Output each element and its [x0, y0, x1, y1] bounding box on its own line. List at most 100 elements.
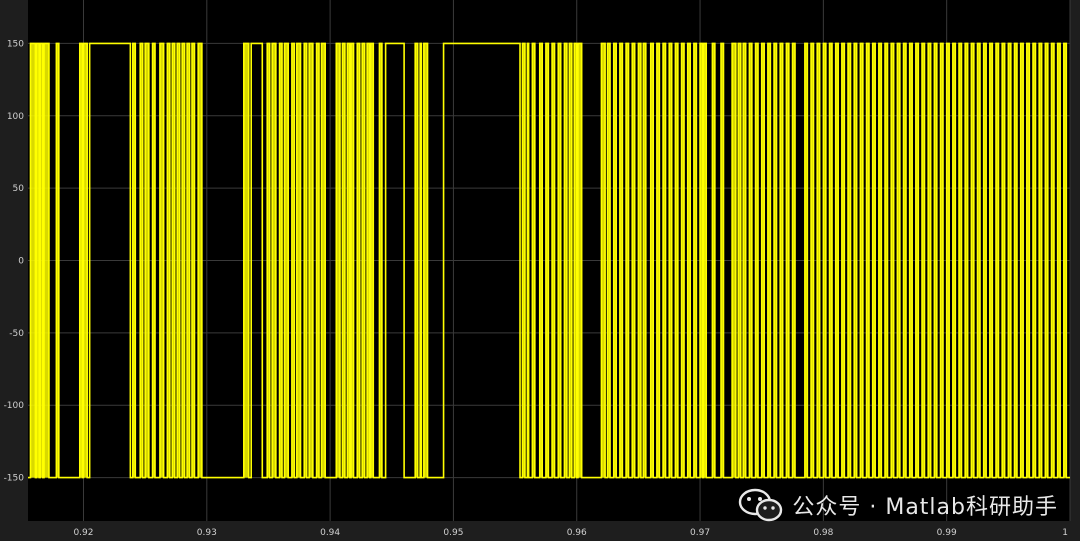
trace-pulse: [1057, 43, 1061, 478]
y-tick-label: -50: [9, 329, 24, 339]
trace-pulse: [632, 43, 635, 478]
trace-pulse: [804, 43, 808, 478]
trace-pulse: [569, 43, 572, 478]
trace-pulse: [872, 43, 876, 478]
x-tick-label: 0.99: [937, 528, 957, 538]
y-tick-label: -100: [4, 401, 25, 411]
trace-pulse: [177, 43, 180, 478]
trace-pulse: [527, 43, 529, 478]
trace-pulse: [291, 43, 295, 478]
trace-pulse: [198, 43, 202, 478]
trace-pulse: [564, 43, 567, 478]
trace-pulse: [552, 43, 555, 478]
trace-pulse: [1063, 43, 1067, 478]
watermark: 公众号 · Matlab科研助手: [738, 487, 1058, 523]
trace-pulse: [829, 43, 833, 478]
trace-pulse: [965, 43, 968, 478]
trace-pulse: [321, 43, 326, 478]
trace-pulse: [780, 43, 783, 478]
trace-pulse: [423, 43, 428, 478]
trace-pulse: [638, 43, 641, 478]
trace-pulse: [192, 43, 195, 478]
trace-pulse: [36, 43, 40, 478]
trace-pulse: [811, 43, 814, 478]
trace-pulse: [1026, 43, 1030, 478]
trace-pulse: [928, 43, 931, 478]
trace-pulse: [903, 43, 906, 478]
trace-pulse: [817, 43, 820, 478]
trace-pulse: [1008, 43, 1011, 478]
watermark-text: 公众号 · Matlab科研助手: [792, 495, 1058, 520]
trace-pulse: [650, 43, 654, 478]
trace-pulse: [891, 43, 894, 478]
trace-pulse: [347, 43, 350, 478]
trace-pulse: [743, 43, 746, 478]
x-tick-label: 0.93: [197, 528, 217, 538]
scope-plot: 150100500-50-100-150 0.92 0.93 0.94 0.95 0.9…: [4, 0, 1071, 538]
wechat-logo-icon: [739, 488, 783, 522]
trace-pulse: [996, 43, 999, 478]
x-tick-label: 1: [1062, 528, 1068, 538]
y-tick-label: -150: [4, 474, 25, 484]
trace-pulse: [420, 43, 422, 478]
trace-pulse: [977, 43, 980, 478]
trace-pulse: [860, 43, 863, 478]
trace-pulse: [738, 43, 741, 478]
trace-pulse: [749, 43, 752, 478]
trace-pulse: [415, 43, 418, 478]
trace-pulse: [56, 43, 59, 478]
trace-pulse: [243, 43, 249, 478]
trace-pulse: [172, 43, 175, 478]
trace-pulse: [983, 43, 987, 478]
trace-pulse: [272, 43, 276, 478]
trace-pulse: [700, 43, 703, 478]
trace-pulse: [545, 43, 549, 478]
trace-pulse: [909, 43, 913, 478]
trace-pulse: [922, 43, 925, 478]
trace-pulse: [379, 43, 382, 478]
trace-pulse: [357, 43, 360, 478]
trace-pulse: [362, 43, 365, 478]
trace-pulse: [823, 43, 826, 478]
trace-pulse: [675, 43, 678, 478]
trace-pulse: [848, 43, 851, 478]
trace-pulse: [316, 43, 320, 478]
trace-pulse: [1020, 43, 1024, 478]
trace-pulse: [613, 43, 617, 478]
trace-pulse: [167, 43, 170, 478]
trace-pulse: [897, 43, 900, 478]
trace-pulse: [693, 43, 697, 478]
trace-pulse: [619, 43, 623, 478]
trace-pulse: [959, 43, 962, 478]
trace-pulse: [187, 43, 190, 478]
trace-pulse: [841, 43, 845, 478]
trace-pulse: [351, 43, 354, 478]
trace-pulse: [309, 43, 313, 478]
trace-pulse: [140, 43, 143, 478]
trace-pulse: [885, 43, 888, 478]
trace-pulse: [786, 43, 789, 478]
trace-pulse: [643, 43, 646, 478]
trace-pulse: [182, 43, 185, 478]
trace-pulse: [1051, 43, 1054, 478]
trace-pulse: [940, 43, 943, 478]
trace-pulse: [952, 43, 956, 478]
trace-pulse: [681, 43, 685, 478]
trace-pulse: [558, 43, 561, 478]
trace-pulse: [656, 43, 660, 478]
trace-pulse: [539, 43, 543, 478]
trace-pulse: [159, 43, 164, 478]
trace-pulse: [132, 43, 136, 478]
trace-pulse: [279, 43, 283, 478]
trace-pulse: [934, 43, 937, 478]
trace-pulse: [1045, 43, 1048, 478]
trace-pulse: [971, 43, 974, 478]
trace-pulse: [607, 43, 611, 478]
trace-pulse: [284, 43, 289, 478]
trace-pulse: [854, 43, 857, 478]
y-tick-label: 150: [7, 39, 24, 49]
trace-pulse: [712, 43, 715, 478]
y-tick-labels: 150 100 50 0 -50 -100 -150: [4, 39, 25, 483]
trace-pulse: [574, 43, 577, 478]
trace-pulse: [915, 43, 919, 478]
